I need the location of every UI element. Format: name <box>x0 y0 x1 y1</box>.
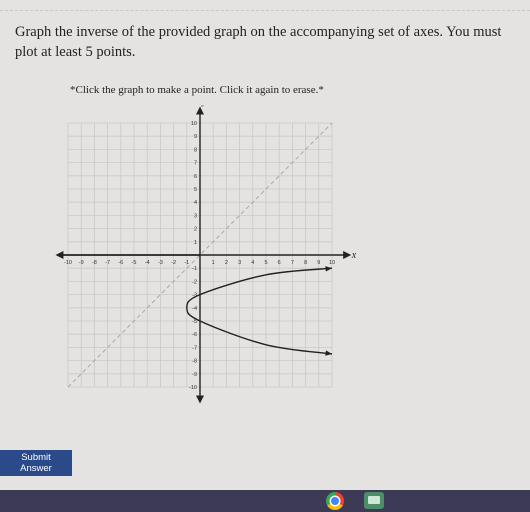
y-tick-label: -7 <box>192 345 197 351</box>
submit-answer-button[interactable]: Submit Answer <box>0 450 72 476</box>
app-icon[interactable] <box>364 492 384 509</box>
y-tick-label: 7 <box>194 161 197 167</box>
x-tick-label: 7 <box>291 260 294 266</box>
x-tick-label: 10 <box>329 260 335 266</box>
y-tick-label: -4 <box>192 306 197 312</box>
x-tick-label: -10 <box>64 260 72 266</box>
x-tick-label: -7 <box>105 260 110 266</box>
chrome-icon[interactable] <box>326 492 344 510</box>
x-tick-label: -9 <box>79 260 84 266</box>
x-tick-label: 6 <box>278 260 281 266</box>
y-tick-label: 5 <box>194 187 197 193</box>
y-tick-label: 10 <box>191 121 197 127</box>
x-tick-label: 8 <box>304 260 307 266</box>
y-tick-label: 3 <box>194 213 197 219</box>
y-tick-label: -6 <box>192 332 197 338</box>
x-tick-label: -2 <box>171 260 176 266</box>
x-tick-label: -3 <box>158 260 163 266</box>
x-tick-label: 4 <box>251 260 254 266</box>
y-tick-label: 8 <box>194 147 197 153</box>
y-tick-label: -2 <box>192 279 197 285</box>
x-tick-label: 5 <box>264 260 267 266</box>
coordinate-graph[interactable]: -10 -9 -8 -7 -6 -5 -4 -3 -2 -1 1 2 3 4 5 6 7 8 9 10 10 9 8 7 6 5 4… <box>48 105 358 415</box>
x-axis-label: x <box>351 250 357 261</box>
header-divider <box>0 10 530 11</box>
given-curve <box>186 266 333 356</box>
x-tick-label: 1 <box>212 260 215 266</box>
x-tick-label: -5 <box>132 260 137 266</box>
x-tick-label: 2 <box>225 260 228 266</box>
y-tick-label: 9 <box>194 134 197 140</box>
y-tick-label: 4 <box>194 200 197 206</box>
y-tick-label: -8 <box>192 359 197 365</box>
curve-arrow-bottom <box>325 350 332 356</box>
taskbar <box>0 490 530 512</box>
y-tick-label: -1 <box>192 266 197 272</box>
y-tick-label: 2 <box>194 227 197 233</box>
y-tick-label: 6 <box>194 174 197 180</box>
x-tick-label: -6 <box>118 260 123 266</box>
x-tick-label: 3 <box>238 260 241 266</box>
question-text: Graph the inverse of the provided graph … <box>15 24 502 60</box>
y-tick-label: -9 <box>192 372 197 378</box>
x-tick-label: -8 <box>92 260 97 266</box>
x-tick-label: -1 <box>184 260 189 266</box>
y-axis-label: y <box>201 105 207 107</box>
x-tick-label: 9 <box>317 260 320 266</box>
y-tick-label: -10 <box>189 385 197 391</box>
x-tick-label: -4 <box>145 260 150 266</box>
graph-instruction: *Click the graph to make a point. Click … <box>70 84 324 96</box>
y-tick-label: 1 <box>194 240 197 246</box>
